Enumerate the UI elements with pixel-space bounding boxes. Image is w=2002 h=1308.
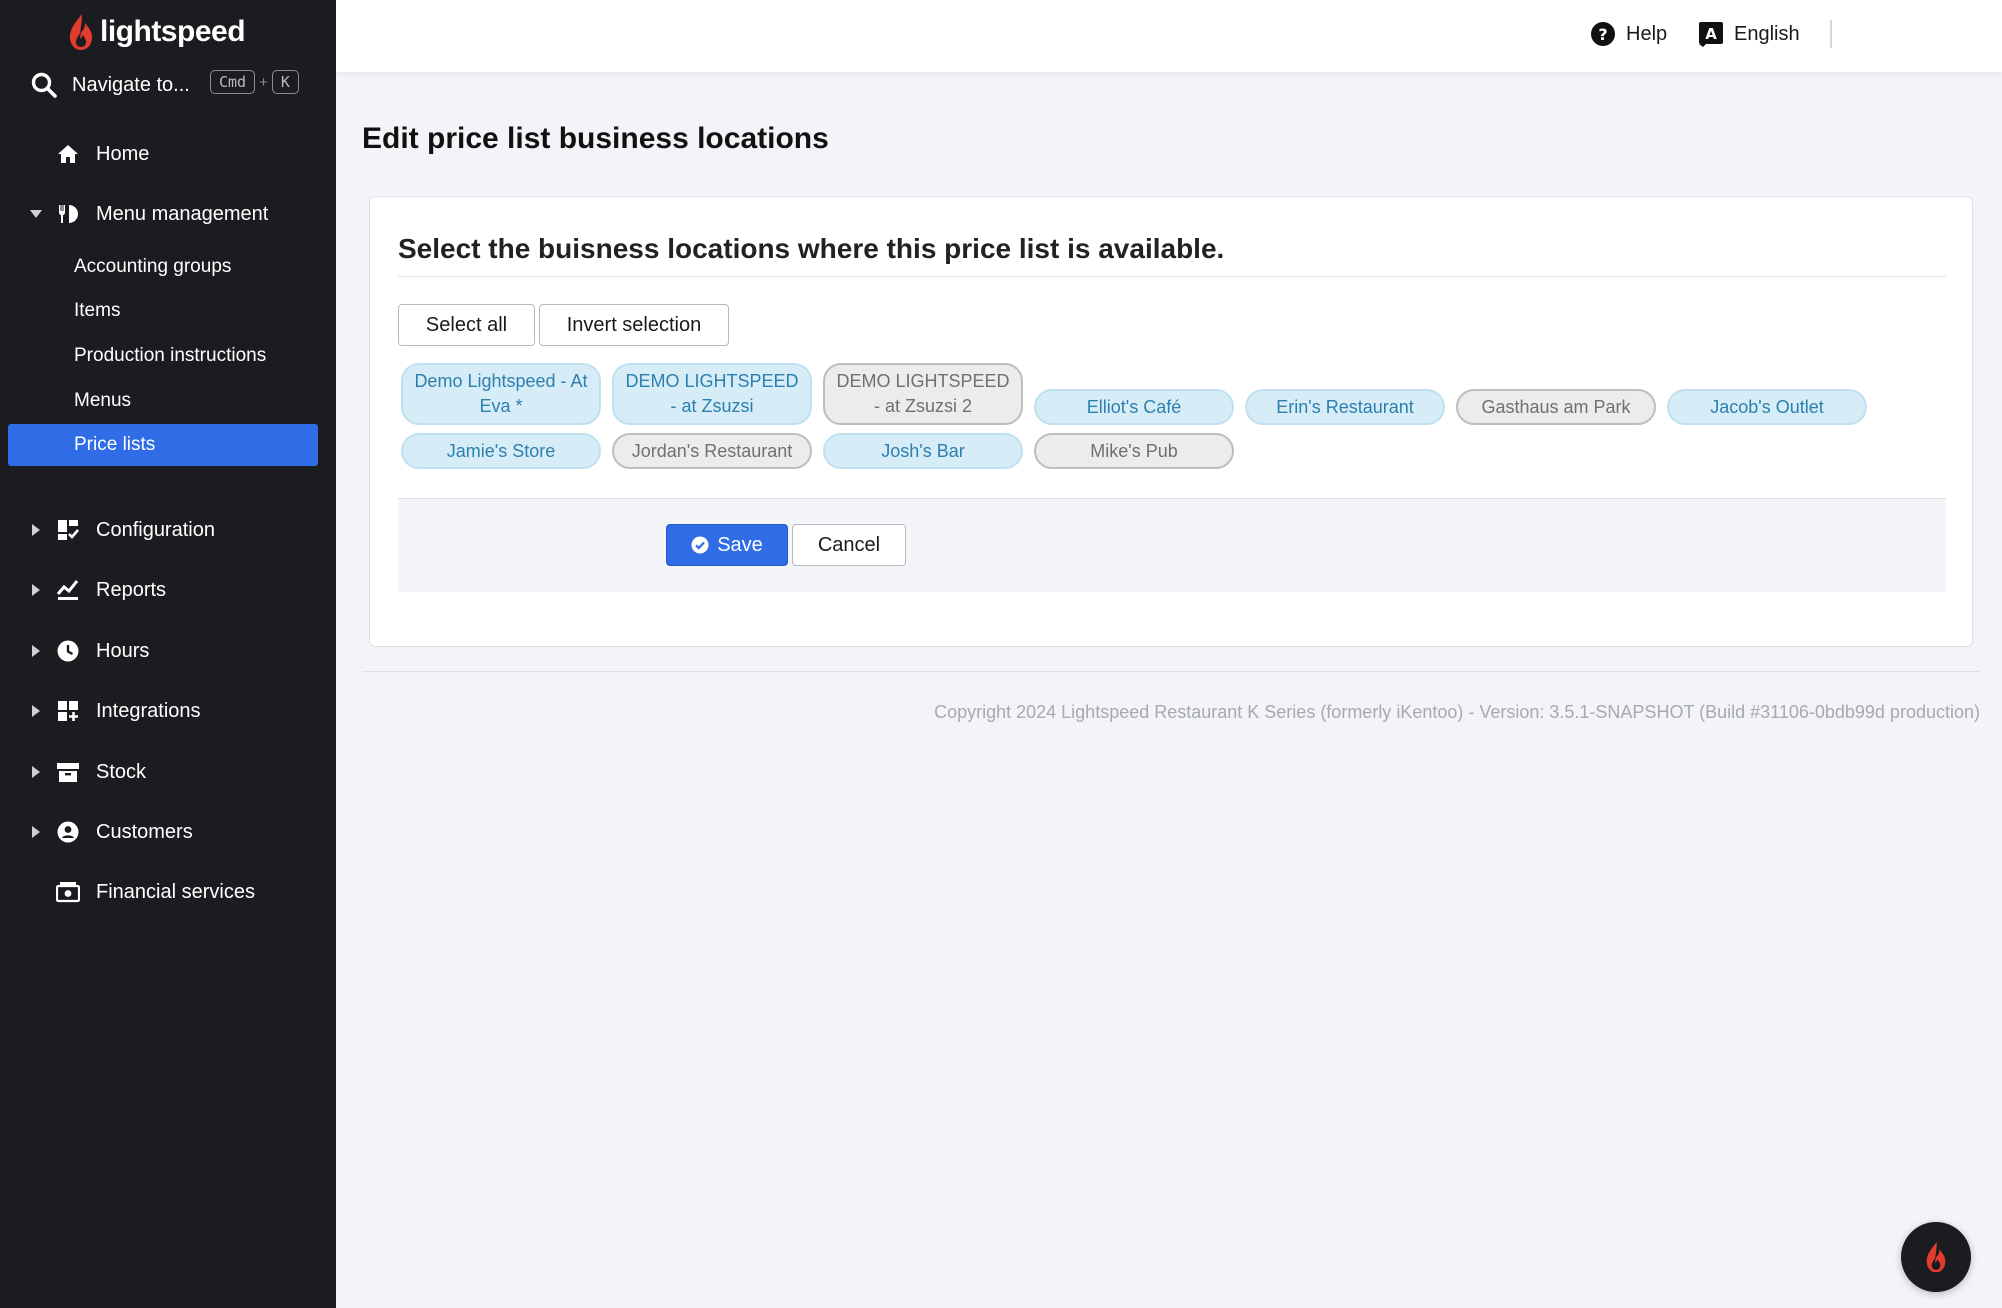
sidebar-subitem-production-instructions[interactable]: Production instructions <box>8 335 318 377</box>
form-actions: Save Cancel <box>398 498 1946 592</box>
sidebar-subitem-accounting-groups[interactable]: Accounting groups <box>8 246 318 288</box>
configuration-icon <box>56 518 80 542</box>
navigate-search[interactable]: Navigate to... Cmd + K <box>30 66 310 104</box>
sidebar-item-configuration[interactable]: Configuration <box>0 508 336 552</box>
card-heading: Select the buisness locations where this… <box>398 233 1225 264</box>
language-label: English <box>1734 22 1800 45</box>
flame-logo-icon <box>70 14 92 50</box>
stock-box-icon <box>56 760 80 784</box>
chevron-right-icon <box>30 705 42 717</box>
sidebar-item-financial-services[interactable]: Financial services <box>0 870 336 914</box>
home-icon <box>56 142 80 166</box>
location-chip-erins-restaurant[interactable]: Erin's Restaurant <box>1245 389 1445 425</box>
location-chip-demo-lightspeed-at-eva[interactable]: Demo Lightspeed - At Eva * <box>401 363 601 425</box>
save-button[interactable]: Save <box>666 524 788 566</box>
chevron-right-icon <box>30 645 42 657</box>
save-label: Save <box>717 533 763 556</box>
top-bar: ? Help A English <box>336 0 2002 72</box>
sidebar-subitem-label: Production instructions <box>74 345 267 366</box>
sidebar-subitem-label: Price lists <box>74 434 156 455</box>
sidebar-item-customers[interactable]: Customers <box>0 810 336 854</box>
user-circle-icon <box>56 820 80 844</box>
cancel-button[interactable]: Cancel <box>792 524 906 566</box>
shortcut-hint: Cmd + K <box>210 70 299 94</box>
sidebar-item-hours[interactable]: Hours <box>0 629 336 673</box>
logo-text: lightspeed <box>100 15 246 48</box>
help-link[interactable]: ? Help <box>1590 18 1667 50</box>
shortcut-key-k: K <box>271 70 299 94</box>
shortcut-plus: + <box>259 73 268 91</box>
language-selector[interactable]: A English <box>1698 18 1800 50</box>
svg-text:?: ? <box>1598 25 1607 44</box>
help-label: Help <box>1626 22 1668 45</box>
location-chip-mikes-pub[interactable]: Mike's Pub <box>1034 433 1234 469</box>
svg-text:A: A <box>1705 25 1717 43</box>
select-all-button[interactable]: Select all <box>398 304 535 346</box>
sidebar-item-stock[interactable]: Stock <box>0 750 336 794</box>
location-chip-jordans-restaurant[interactable]: Jordan's Restaurant <box>612 433 812 469</box>
sidebar-item-label: Hours <box>96 639 150 662</box>
location-chip-demo-lightspeed-at-zsuzsi-2[interactable]: DEMO LIGHTSPEED - at Zsuzsi 2 <box>823 363 1023 425</box>
menu-management-icon <box>56 202 80 226</box>
invert-selection-button[interactable]: Invert selection <box>539 304 729 346</box>
shortcut-key-cmd: Cmd <box>210 70 256 94</box>
divider <box>398 276 1946 277</box>
sidebar: lightspeed Navigate to... Cmd + K Home M… <box>0 0 336 1308</box>
sidebar-item-label: Reports <box>96 578 167 601</box>
sidebar-item-integrations[interactable]: Integrations <box>0 689 336 733</box>
sidebar-item-label: Customers <box>96 820 193 843</box>
cash-register-icon <box>56 880 80 904</box>
sidebar-item-menu-management[interactable]: Menu management <box>0 192 336 236</box>
sidebar-item-label: Financial services <box>96 880 255 903</box>
sidebar-item-label: Configuration <box>96 518 215 541</box>
lightspeed-assistant-button[interactable] <box>1901 1222 1971 1292</box>
flame-logo-icon <box>1926 1241 1946 1273</box>
sidebar-subitem-label: Menus <box>74 390 132 411</box>
sidebar-subitem-items[interactable]: Items <box>8 290 318 332</box>
copyright-text: Copyright 2024 Lightspeed Restaurant K S… <box>934 702 1980 722</box>
sidebar-subitem-price-lists[interactable]: Price lists <box>8 424 318 466</box>
locations-card: Select the buisness locations where this… <box>369 196 1973 647</box>
location-chip-demo-lightspeed-at-zsuzsi[interactable]: DEMO LIGHTSPEED - at Zsuzsi <box>612 363 812 425</box>
check-circle-icon <box>691 536 709 554</box>
sidebar-item-label: Stock <box>96 760 147 783</box>
clock-icon <box>56 639 80 663</box>
topbar-divider <box>1830 20 1832 48</box>
location-chip-elliots-cafe[interactable]: Elliot's Café <box>1034 389 1234 425</box>
lightspeed-logo[interactable]: lightspeed <box>66 10 246 54</box>
footer-divider <box>362 671 1980 672</box>
sidebar-subitem-label: Accounting groups <box>74 256 232 277</box>
sidebar-item-home[interactable]: Home <box>0 132 336 176</box>
help-icon: ? <box>1591 22 1615 46</box>
sidebar-item-label: Menu management <box>96 202 269 225</box>
integrations-icon <box>56 699 80 723</box>
sidebar-item-reports[interactable]: Reports <box>0 568 336 612</box>
chevron-right-icon <box>30 826 42 838</box>
sidebar-subitem-label: Items <box>74 300 121 321</box>
location-chip-joshs-bar[interactable]: Josh's Bar <box>823 433 1023 469</box>
language-icon: A <box>1699 22 1723 47</box>
page-title: Edit price list business locations <box>362 122 829 155</box>
reports-icon <box>56 578 80 602</box>
chevron-right-icon <box>30 766 42 778</box>
location-chip-jacobs-outlet[interactable]: Jacob's Outlet <box>1667 389 1867 425</box>
location-chip-jamies-store[interactable]: Jamie's Store <box>401 433 601 469</box>
sidebar-item-label: Home <box>96 142 150 165</box>
sidebar-item-label: Integrations <box>96 699 201 722</box>
chevron-right-icon <box>30 524 42 536</box>
navigate-search-label: Navigate to... <box>72 73 190 96</box>
chevron-right-icon <box>30 584 42 596</box>
sidebar-subitem-menus[interactable]: Menus <box>8 380 318 422</box>
search-icon <box>31 72 57 98</box>
chevron-down-icon <box>30 208 42 220</box>
location-chip-gasthaus-am-park[interactable]: Gasthaus am Park <box>1456 389 1656 425</box>
